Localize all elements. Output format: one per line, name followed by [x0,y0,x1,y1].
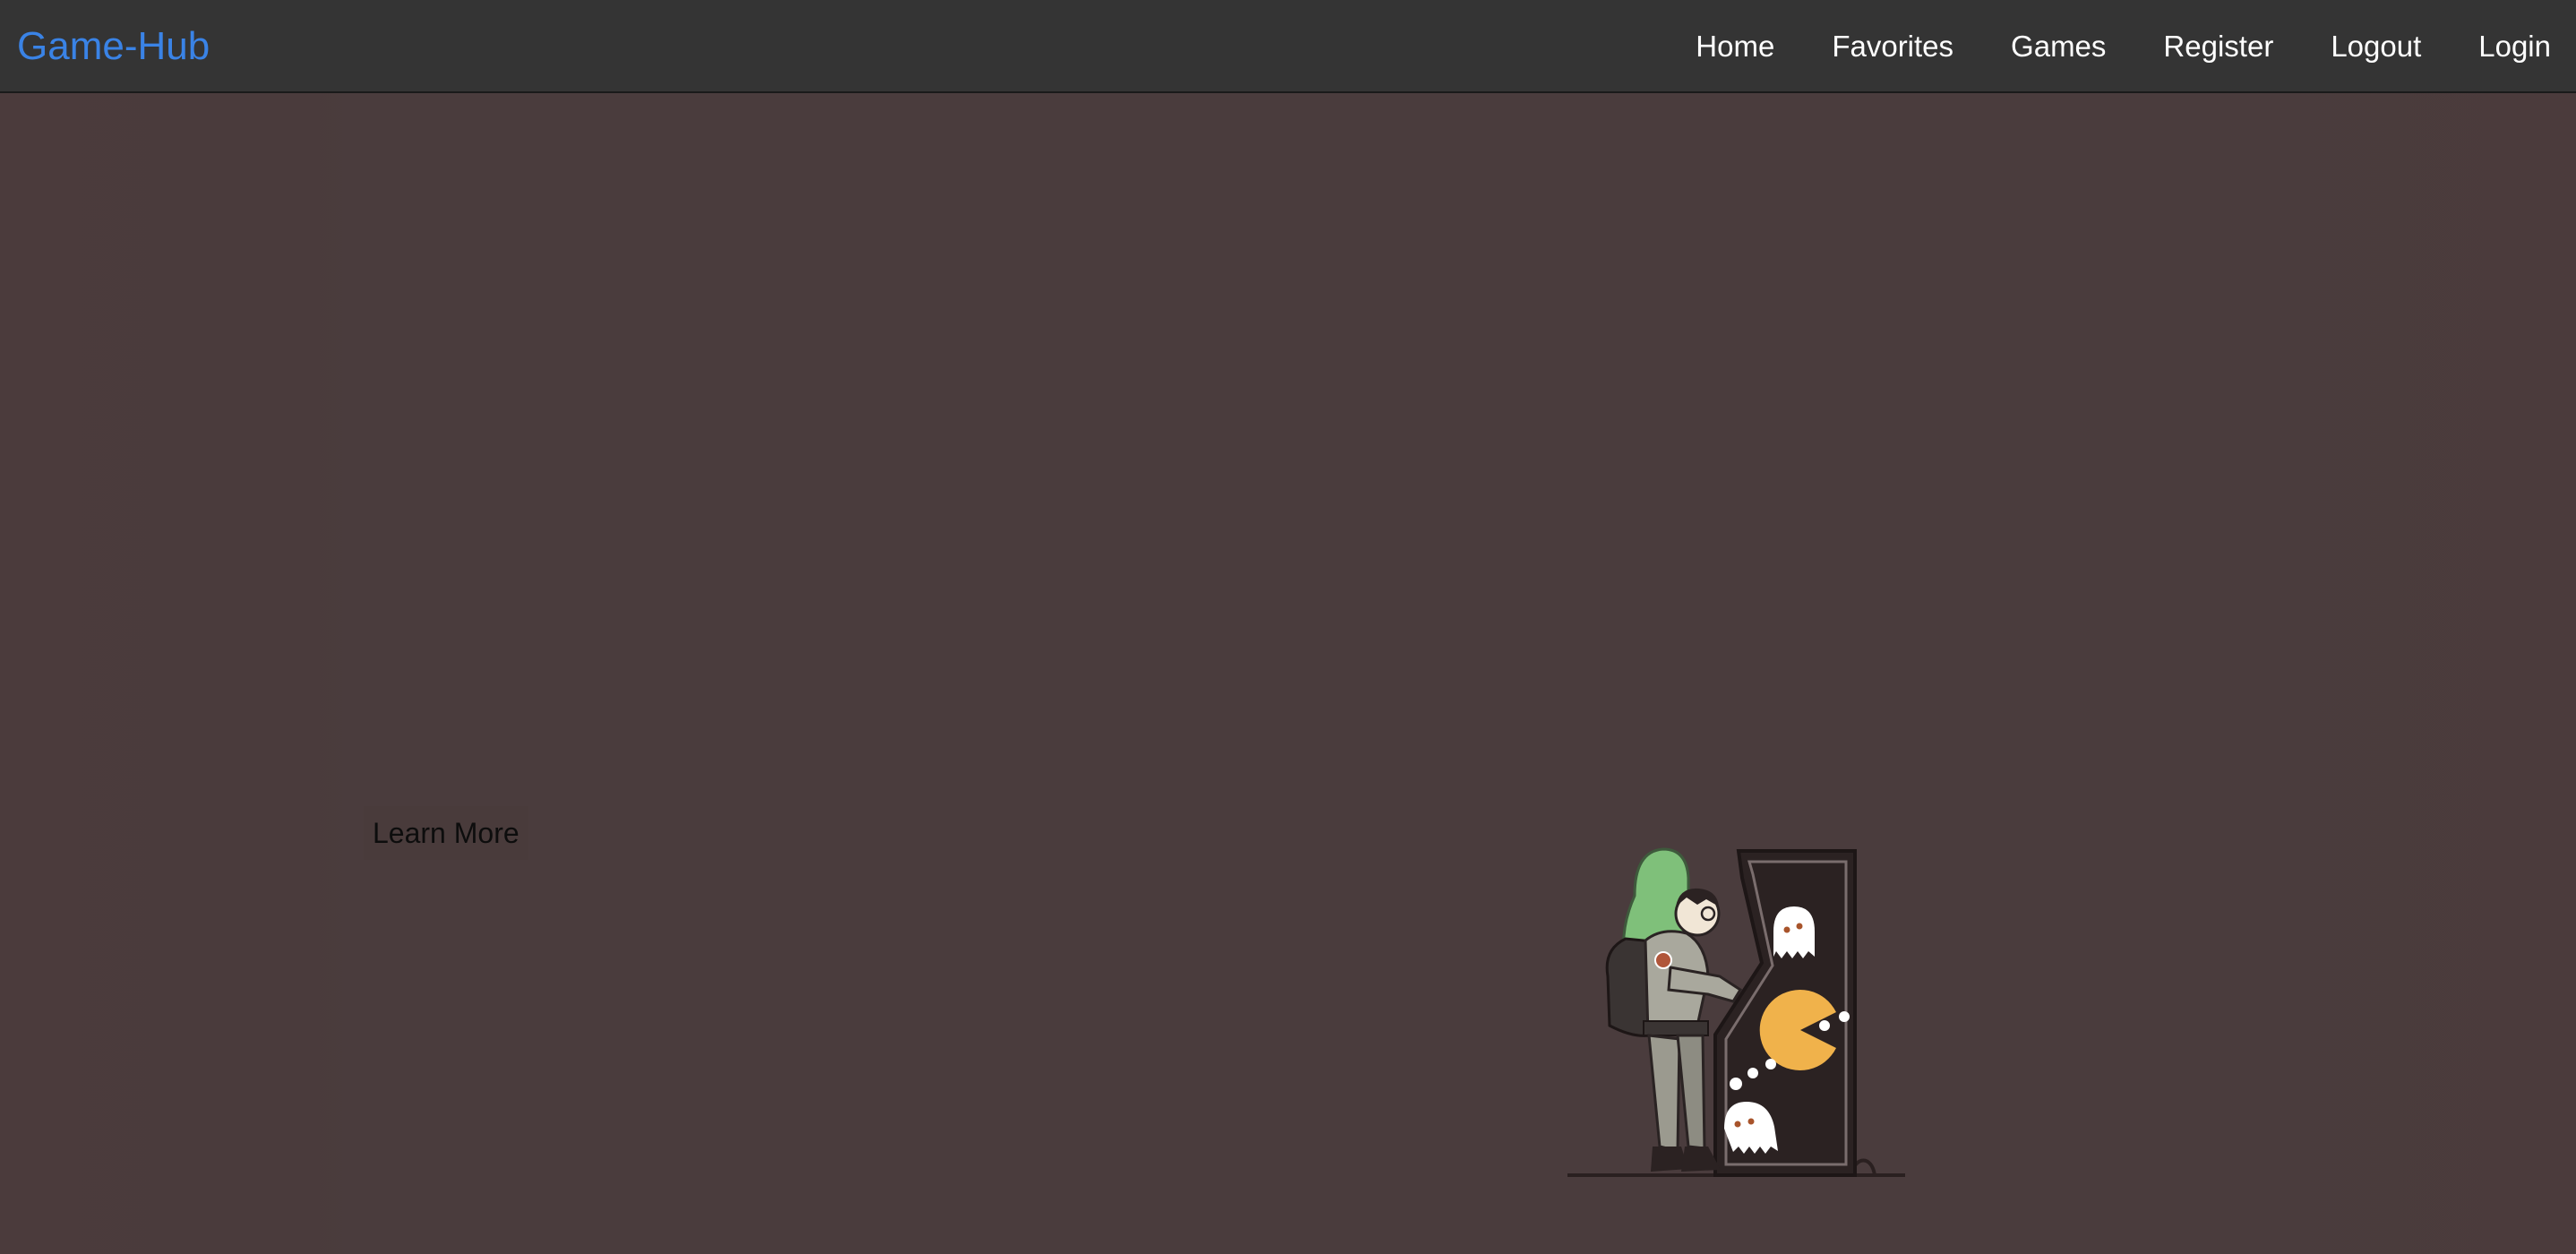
nav-link-favorites[interactable]: Favorites [1832,20,1953,73]
hero-right-band [2218,93,2576,1254]
nav-link-register[interactable]: Register [2163,20,2273,73]
nav-link-logout[interactable]: Logout [2331,20,2421,73]
hero-section [0,93,2576,1254]
top-navbar: Game-Hub Home Favorites Games Register L… [0,0,2576,93]
hero-left-band [0,93,358,1254]
brand-logo-link[interactable]: Game-Hub [17,20,210,73]
arcade-player-illustration-icon [1567,847,1905,1177]
learn-more-button[interactable]: Learn More [364,806,528,860]
nav-link-home[interactable]: Home [1696,20,1774,73]
nav-links: Home Favorites Games Register Logout Log… [1696,20,2551,73]
nav-link-games[interactable]: Games [2011,20,2106,73]
nav-link-login[interactable]: Login [2478,20,2551,73]
